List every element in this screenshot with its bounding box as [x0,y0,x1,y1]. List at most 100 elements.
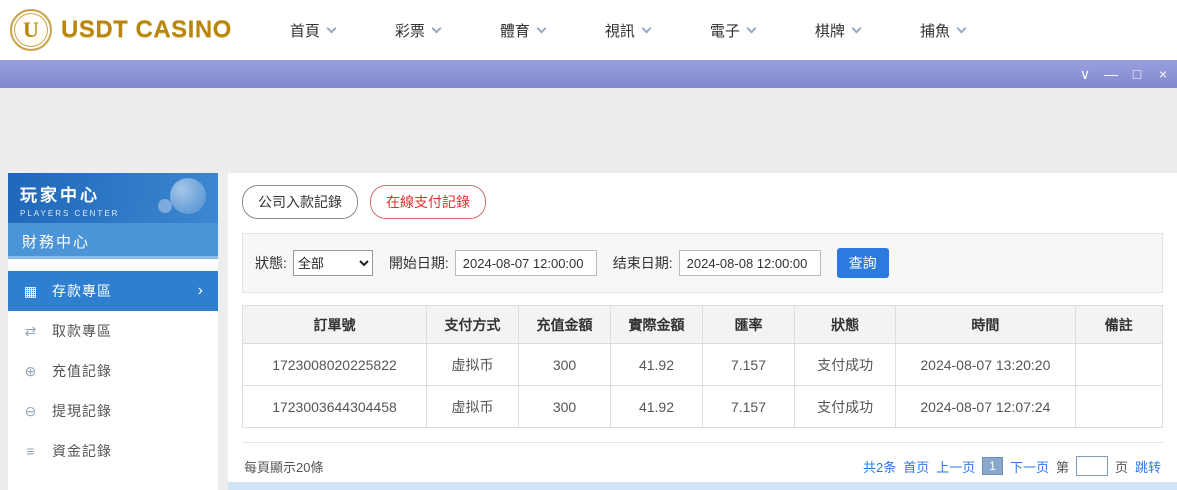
sidebar-item-deposit[interactable]: ▦ 存款專區 › [8,271,218,311]
bottom-strip [228,482,1177,490]
cell-order-no: 1723008020225822 [243,344,427,386]
cell-remark [1075,386,1162,428]
collapse-icon[interactable]: ∨ [1074,61,1096,87]
cell-order-no: 1723003644304458 [243,386,427,428]
chevron-down-icon [851,23,861,33]
col-rate: 匯率 [703,306,795,344]
chevron-down-icon [326,23,336,33]
sidebar-item-withdraw-record[interactable]: ⊖ 提現記錄 [8,391,218,431]
table-footer: 每頁顯示20條 共2条 首页 上一页 1 下一页 第 页 跳转 [242,442,1163,476]
nav-label: 視訊 [605,20,635,41]
withdraw-record-icon: ⊖ [22,403,40,420]
filter-bar: 狀態: 全部 開始日期: 结束日期: 查詢 [242,233,1163,293]
end-date-input[interactable] [679,250,821,276]
col-actual-amount: 實際金額 [611,306,703,344]
chevron-down-icon [431,23,441,33]
tab-company-deposit-record[interactable]: 公司入款記錄 [242,185,358,219]
col-status: 狀態 [795,306,896,344]
recharge-record-icon: ⊕ [22,363,40,380]
sidebar-item-label: 資金記錄 [52,441,112,461]
col-remark: 備註 [1075,306,1162,344]
jump-page-input[interactable] [1076,456,1108,476]
search-button[interactable]: 查詢 [837,248,889,278]
withdraw-icon: ⇄ [22,323,40,340]
next-page-link[interactable]: 下一页 [1010,457,1049,476]
nav-label: 捕魚 [920,20,950,41]
nav-item-slots[interactable]: 電子 [710,20,755,41]
brand-text: USDT CASINO [61,16,232,44]
sidebar-item-label: 充值記錄 [52,361,112,381]
status-select[interactable]: 全部 [293,250,373,276]
funds-record-icon: ≡ [22,443,40,459]
table-header-row: 訂單號 支付方式 充值金額 實際金額 匯率 狀態 時間 備註 [243,306,1163,344]
content-panel: 公司入款記錄 在線支付記錄 狀態: 全部 開始日期: 结束日期: 查詢 [228,173,1177,490]
jump-label-pre: 第 [1056,457,1069,476]
deposit-card-icon: ▦ [22,283,40,300]
nav-label: 彩票 [395,20,425,41]
brand-logo[interactable]: U USDT CASINO [10,9,232,51]
usdt-coin-icon: U [10,9,52,51]
sidebar-title: 玩家中心 [20,181,206,206]
record-tabs: 公司入款記錄 在線支付記錄 [242,185,1163,219]
cell-time: 2024-08-07 13:20:20 [896,344,1075,386]
chevron-right-icon: › [198,282,204,300]
sidebar-item-funds-record[interactable]: ≡ 資金記錄 [8,431,218,471]
table-row: 1723003644304458 虚拟币 300 41.92 7.157 支付成… [243,386,1163,428]
col-time: 時間 [896,306,1075,344]
nav-label: 首頁 [290,20,320,41]
nav-item-lottery[interactable]: 彩票 [395,20,440,41]
chevron-down-icon [746,23,756,33]
players-center-banner: 玩家中心 PLAYERS CENTER [8,173,218,223]
tab-online-payment-record[interactable]: 在線支付記錄 [370,185,486,219]
pagination: 共2条 首页 上一页 1 下一页 第 页 跳转 [863,456,1161,476]
minimize-icon[interactable]: — [1100,61,1122,87]
end-date-label: 结束日期: [613,253,673,273]
top-header: U USDT CASINO 首頁 彩票 體育 視訊 電子 棋牌 捕魚 [0,0,1177,60]
nav-label: 電子 [710,20,740,41]
cell-time: 2024-08-07 12:07:24 [896,386,1075,428]
cell-pay-method: 虚拟币 [427,344,519,386]
prev-page-link[interactable]: 上一页 [936,457,975,476]
cell-actual-amount: 41.92 [611,344,703,386]
jump-label-post: 页 [1115,457,1128,476]
cell-status: 支付成功 [795,344,896,386]
jump-go-link[interactable]: 跳转 [1135,457,1161,476]
nav-label: 棋牌 [815,20,845,41]
window-controls: ∨ — □ × [1074,61,1174,87]
cell-rate: 7.157 [703,344,795,386]
nav-item-home[interactable]: 首頁 [290,20,335,41]
start-date-input[interactable] [455,250,597,276]
chevron-down-icon [536,23,546,33]
col-amount: 充值金額 [519,306,611,344]
main-nav: 首頁 彩票 體育 視訊 電子 棋牌 捕魚 [290,20,1025,41]
nav-item-cards[interactable]: 棋牌 [815,20,860,41]
current-page-badge: 1 [982,457,1003,475]
sidebar-section-finance: 財務中心 [8,223,218,259]
sidebar-subtitle: PLAYERS CENTER [20,209,206,218]
maximize-icon[interactable]: □ [1126,61,1148,87]
sidebar-menu: ▦ 存款專區 › ⇄ 取款專區 ⊕ 充值記錄 ⊖ 提現記錄 ≡ [8,271,218,471]
sidebar-item-label: 存款專區 [52,281,112,301]
chevron-down-icon [957,23,967,33]
status-label: 狀態: [255,253,287,273]
total-count: 共2条 [863,457,896,476]
main-region: 玩家中心 PLAYERS CENTER 財務中心 ▦ 存款專區 › ⇄ 取款專區… [0,173,1177,490]
page-size-text: 每頁顯示20條 [244,457,323,476]
cell-amount: 300 [519,386,611,428]
nav-item-live[interactable]: 視訊 [605,20,650,41]
cell-amount: 300 [519,344,611,386]
window-title-bar: ∨ — □ × [0,60,1177,88]
sidebar-item-withdraw[interactable]: ⇄ 取款專區 [8,311,218,351]
nav-label: 體育 [500,20,530,41]
screen: U USDT CASINO 首頁 彩票 體育 視訊 電子 棋牌 捕魚 ∨ — □… [0,0,1177,490]
sidebar-item-recharge-record[interactable]: ⊕ 充值記錄 [8,351,218,391]
col-order-no: 訂單號 [243,306,427,344]
cell-status: 支付成功 [795,386,896,428]
sidebar-item-label: 提現記錄 [52,401,112,421]
first-page-link[interactable]: 首页 [903,457,929,476]
close-icon[interactable]: × [1152,61,1174,87]
nav-item-fishing[interactable]: 捕魚 [920,20,965,41]
cell-actual-amount: 41.92 [611,386,703,428]
nav-item-sports[interactable]: 體育 [500,20,545,41]
chevron-down-icon [641,23,651,33]
